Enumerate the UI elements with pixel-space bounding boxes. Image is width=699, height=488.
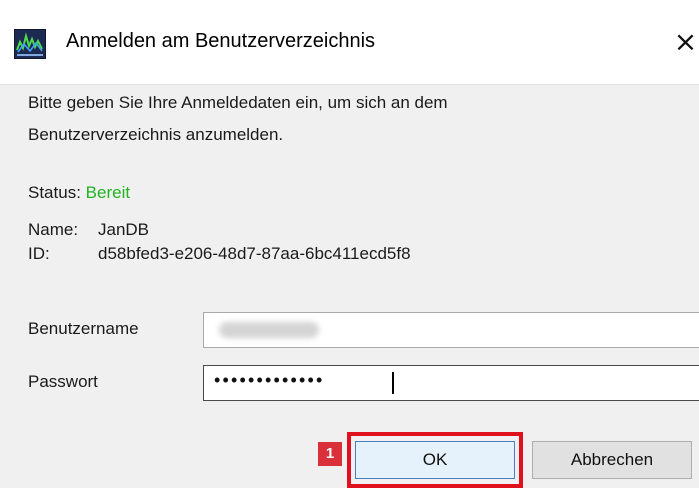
password-label: Passwort: [28, 372, 98, 391]
status-value: Bereit: [85, 183, 131, 202]
title-divider: [0, 84, 699, 85]
intro-line-1: Bitte geben Sie Ihre Anmeldedaten ein, u…: [28, 93, 448, 112]
ok-highlight-frame: [347, 432, 523, 488]
window-title: Anmelden am Benutzerverzeichnis: [66, 30, 376, 52]
status-row: Status: Bereit: [28, 183, 130, 203]
app-logo-icon: [14, 29, 46, 59]
title-bar: Anmelden am Benutzerverzeichnis ×: [0, 0, 699, 84]
id-label: ID:: [28, 244, 50, 263]
username-field[interactable]: [203, 312, 699, 348]
close-icon[interactable]: ×: [672, 26, 699, 58]
name-value: JanDB: [98, 220, 150, 239]
text-caret: [392, 372, 394, 394]
name-label: Name:: [28, 220, 79, 239]
intro-line-2: Benutzerverzeichnis anzumelden.: [28, 125, 284, 144]
username-label: Benutzername: [28, 319, 139, 338]
step-marker: 1: [318, 442, 342, 466]
id-value: d58bfed3-e206-48d7-87aa-6bc411ecd5f8: [98, 244, 411, 263]
password-field[interactable]: •••••••••••••: [203, 365, 699, 401]
username-redacted-value: [219, 322, 319, 338]
cancel-button[interactable]: Abbrechen: [532, 441, 692, 479]
password-mask: •••••••••••••: [214, 370, 325, 390]
status-label: Status:: [28, 183, 81, 202]
